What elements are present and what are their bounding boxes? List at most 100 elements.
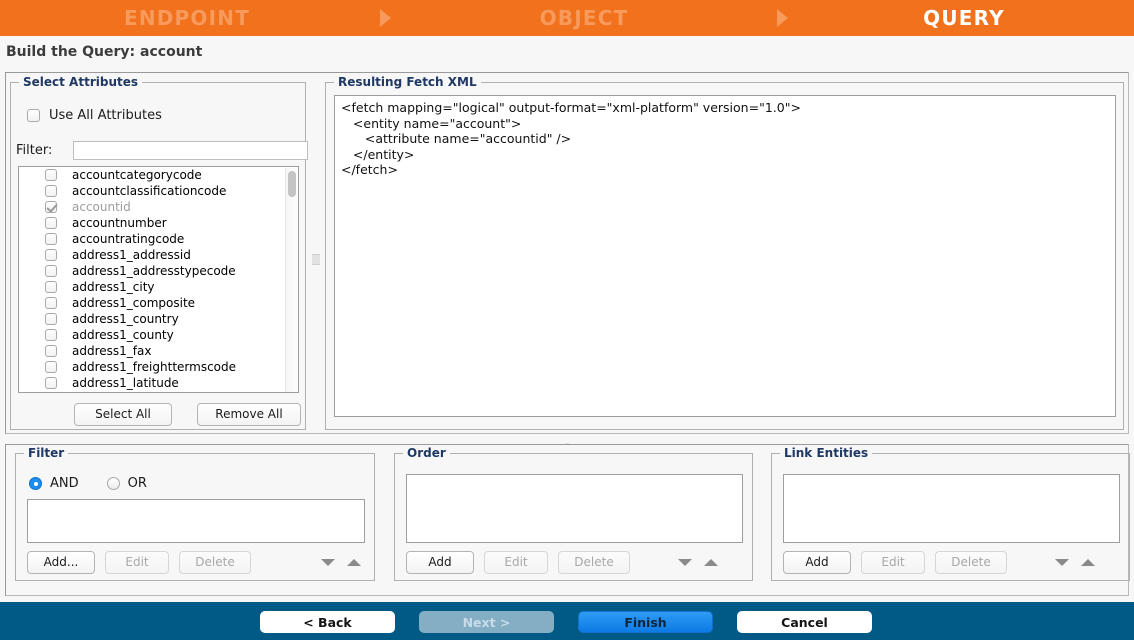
- fetch-xml-panel: Resulting Fetch XML <fetch mapping="logi…: [325, 82, 1124, 430]
- order-move-up-icon[interactable]: [704, 559, 718, 566]
- attribute-name: address1_city: [72, 280, 155, 294]
- attribute-row[interactable]: accountclassificationcode: [19, 183, 287, 199]
- filter-panel-title: Filter: [24, 446, 68, 460]
- order-move-down-icon[interactable]: [678, 559, 692, 566]
- attribute-checkbox[interactable]: [45, 329, 57, 341]
- attribute-filter-input[interactable]: [73, 141, 308, 160]
- order-panel: Order Add Edit Delete: [394, 453, 753, 581]
- filter-operator-and[interactable]: AND: [29, 476, 79, 491]
- fetch-xml-textarea[interactable]: <fetch mapping="logical" output-format="…: [334, 95, 1116, 417]
- filter-listbox[interactable]: [27, 499, 365, 543]
- filter-panel: Filter AND OR Add... Edit Delete: [15, 453, 375, 581]
- filter-operator-and-label: AND: [50, 476, 79, 491]
- finish-button[interactable]: Finish: [578, 611, 713, 633]
- link-move-buttons: [1055, 551, 1095, 574]
- attribute-name: accountcategorycode: [72, 168, 202, 182]
- wizard-navigation-bar: < Back Next > Finish Cancel: [0, 602, 1134, 640]
- attributes-list[interactable]: accountcategorycode accountclassification…: [19, 167, 287, 392]
- filter-move-buttons: [321, 551, 361, 574]
- attributes-scrollbar[interactable]: [285, 168, 297, 393]
- attribute-name: accountclassificationcode: [72, 184, 226, 198]
- filter-add-button[interactable]: Add...: [27, 551, 95, 574]
- filter-operator-group: AND OR: [29, 476, 147, 491]
- chevron-right-icon: [777, 9, 788, 27]
- attribute-checkbox[interactable]: [45, 361, 57, 373]
- attribute-row[interactable]: address1_addresstypecode: [19, 263, 287, 279]
- link-edit-button: Edit: [861, 551, 925, 574]
- filter-operator-or[interactable]: OR: [107, 476, 147, 491]
- attribute-row[interactable]: accountnumber: [19, 215, 287, 231]
- order-add-button[interactable]: Add: [406, 551, 474, 574]
- order-edit-button: Edit: [484, 551, 548, 574]
- wizard-step-endpoint[interactable]: ENDPOINT: [0, 6, 374, 30]
- attribute-name: address1_fax: [72, 344, 151, 358]
- wizard-step-object[interactable]: OBJECT: [397, 6, 771, 30]
- order-listbox[interactable]: [406, 474, 743, 543]
- attribute-checkbox[interactable]: [45, 217, 57, 229]
- wizard-step-query[interactable]: QUERY: [794, 6, 1134, 30]
- link-move-up-icon[interactable]: [1081, 559, 1095, 566]
- attribute-row[interactable]: address1_addressid: [19, 247, 287, 263]
- attribute-checkbox[interactable]: [45, 233, 57, 245]
- attribute-checkbox[interactable]: [45, 265, 57, 277]
- remove-all-button[interactable]: Remove All: [197, 403, 301, 426]
- page-title: Build the Query: account: [6, 44, 202, 60]
- filter-button-row: Add... Edit Delete: [27, 551, 261, 574]
- chevron-right-icon: [380, 9, 391, 27]
- filter-move-up-icon[interactable]: [347, 559, 361, 566]
- use-all-attributes-checkbox[interactable]: [27, 109, 40, 122]
- attributes-listbox[interactable]: accountcategorycode accountclassification…: [18, 166, 299, 393]
- link-move-down-icon[interactable]: [1055, 559, 1069, 566]
- select-all-button[interactable]: Select All: [74, 403, 172, 426]
- link-entities-panel: Link Entities Add Edit Delete: [771, 453, 1130, 581]
- attribute-name: accountid: [72, 200, 131, 214]
- attribute-checkbox[interactable]: [45, 345, 57, 357]
- attribute-name: address1_country: [72, 312, 179, 326]
- link-entities-title: Link Entities: [780, 446, 872, 460]
- order-button-row: Add Edit Delete: [406, 551, 640, 574]
- attribute-row[interactable]: accountid: [19, 199, 287, 215]
- attribute-checkbox: [45, 201, 57, 213]
- link-add-button[interactable]: Add: [783, 551, 851, 574]
- breadcrumb-arrow-2-wrap: [771, 9, 794, 27]
- attribute-checkbox[interactable]: [45, 313, 57, 325]
- attribute-checkbox[interactable]: [45, 281, 57, 293]
- attribute-row[interactable]: address1_county: [19, 327, 287, 343]
- attribute-row[interactable]: accountratingcode: [19, 231, 287, 247]
- attribute-checkbox[interactable]: [45, 297, 57, 309]
- attribute-name: accountnumber: [72, 216, 167, 230]
- attribute-filter-label: Filter:: [16, 143, 73, 158]
- attribute-name: address1_composite: [72, 296, 195, 310]
- order-move-buttons: [678, 551, 718, 574]
- attribute-row[interactable]: address1_country: [19, 311, 287, 327]
- attribute-row[interactable]: accountcategorycode: [19, 167, 287, 183]
- attribute-row[interactable]: address1_freighttermscode: [19, 359, 287, 375]
- attribute-name: address1_county: [72, 328, 174, 342]
- attributes-scrollbar-thumb[interactable]: [288, 171, 296, 197]
- back-button[interactable]: < Back: [260, 611, 395, 633]
- attribute-row[interactable]: address1_composite: [19, 295, 287, 311]
- attribute-row[interactable]: address1_latitude: [19, 375, 287, 391]
- vertical-split-handle[interactable]: [312, 254, 320, 265]
- attribute-checkbox[interactable]: [45, 185, 57, 197]
- attribute-checkbox[interactable]: [45, 249, 57, 261]
- select-attributes-panel: Select Attributes Use All Attributes Fil…: [10, 82, 306, 430]
- use-all-attributes-row[interactable]: Use All Attributes: [27, 108, 162, 123]
- use-all-attributes-label: Use All Attributes: [49, 108, 162, 123]
- order-panel-title: Order: [403, 446, 450, 460]
- attribute-checkbox[interactable]: [45, 169, 57, 181]
- fetch-xml-title: Resulting Fetch XML: [334, 75, 481, 89]
- filter-move-down-icon[interactable]: [321, 559, 335, 566]
- link-delete-button: Delete: [935, 551, 1007, 574]
- radio-and-icon[interactable]: [29, 477, 42, 490]
- link-entities-button-row: Add Edit Delete: [783, 551, 1017, 574]
- wizard-breadcrumb: ENDPOINT OBJECT QUERY: [0, 0, 1134, 36]
- attribute-row[interactable]: address1_fax: [19, 343, 287, 359]
- query-builder-window: ENDPOINT OBJECT QUERY Build the Query: a…: [0, 0, 1134, 640]
- cancel-button[interactable]: Cancel: [737, 611, 872, 633]
- link-entities-listbox[interactable]: [783, 474, 1120, 543]
- attribute-checkbox[interactable]: [45, 377, 57, 389]
- radio-or-icon[interactable]: [107, 477, 120, 490]
- attribute-row[interactable]: address1_city: [19, 279, 287, 295]
- attribute-name: address1_addresstypecode: [72, 264, 236, 278]
